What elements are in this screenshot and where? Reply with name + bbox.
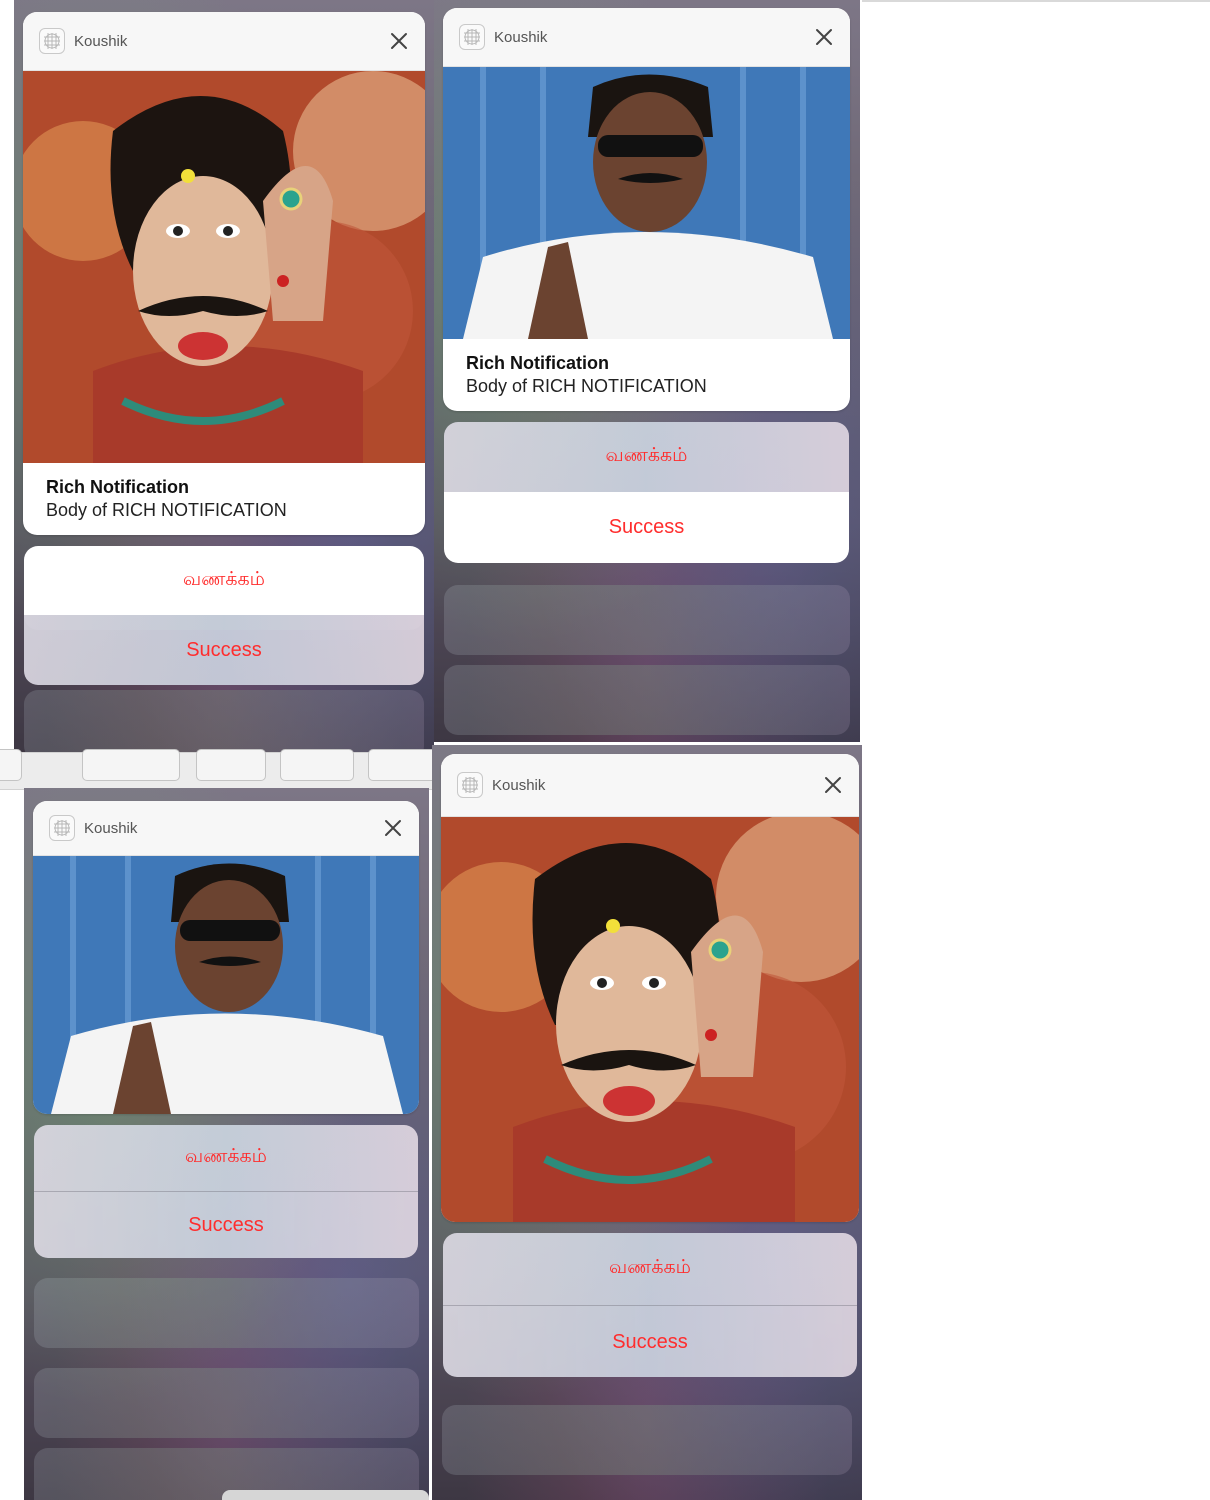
app-grid-icon (49, 815, 75, 841)
actor-costume-photo (23, 71, 425, 463)
actor-costume-photo (441, 817, 859, 1222)
app-name: Koushik (492, 776, 546, 794)
notification-screen-3: Koushik வணக்கம் Success (24, 788, 429, 1500)
app-name: Koushik (494, 28, 548, 46)
notification-body: Body of RICH NOTIFICATION (46, 500, 287, 520)
notification-header: Koushik (33, 801, 419, 856)
close-icon[interactable] (821, 773, 845, 797)
action-group: வணக்கம் Success (34, 1125, 418, 1258)
success-action-button[interactable]: Success (24, 615, 424, 685)
success-action-button[interactable]: Success (443, 1305, 857, 1377)
notification-card[interactable]: Koushik Rich Notification Body of RICH N… (443, 8, 850, 411)
close-icon[interactable] (381, 816, 405, 840)
background-dock-edge (222, 1490, 429, 1500)
notification-card[interactable]: Koushik (33, 801, 419, 1114)
notification-header: Koushik (443, 8, 850, 67)
success-action-button[interactable]: Success (34, 1191, 418, 1258)
actor-sunglasses-photo (443, 67, 850, 339)
notification-body: Body of RICH NOTIFICATION (466, 376, 707, 396)
app-grid-icon (457, 772, 483, 798)
app-name: Koushik (84, 819, 138, 837)
notification-header: Koushik (441, 754, 859, 817)
background-window-edge (862, 0, 1210, 2)
action-group: வணக்கம் Success (24, 546, 424, 685)
success-action-button[interactable]: Success (444, 492, 849, 563)
action-group: வணக்கம் Success (443, 1233, 857, 1377)
greeting-action-button[interactable]: வணக்கம் (443, 1233, 857, 1305)
action-group: வணக்கம் Success (444, 422, 849, 563)
greeting-action-button[interactable]: வணக்கம் (34, 1125, 418, 1191)
background-toolbar (0, 749, 440, 790)
notification-header: Koushik (23, 12, 425, 71)
notification-title: Rich Notification (466, 353, 609, 373)
notification-screen-4: Koushik வணக்கம் Success (432, 745, 862, 1500)
greeting-action-button[interactable]: வணக்கம் (24, 546, 424, 615)
actor-sunglasses-photo (33, 856, 419, 1114)
notification-screen-2: Koushik Rich Notification Body of RICH N… (434, 0, 860, 742)
close-icon[interactable] (812, 25, 836, 49)
notification-title: Rich Notification (46, 477, 189, 497)
notification-card[interactable]: Koushik (23, 12, 425, 535)
app-name: Koushik (74, 32, 128, 50)
app-grid-icon (459, 24, 485, 50)
notification-screen-1: Koushik Rich Notification Body of RICH N… (14, 0, 434, 752)
greeting-action-button[interactable]: வணக்கம் (444, 422, 849, 492)
close-icon[interactable] (387, 29, 411, 53)
app-grid-icon (39, 28, 65, 54)
notification-card[interactable]: Koushik (441, 754, 859, 1222)
